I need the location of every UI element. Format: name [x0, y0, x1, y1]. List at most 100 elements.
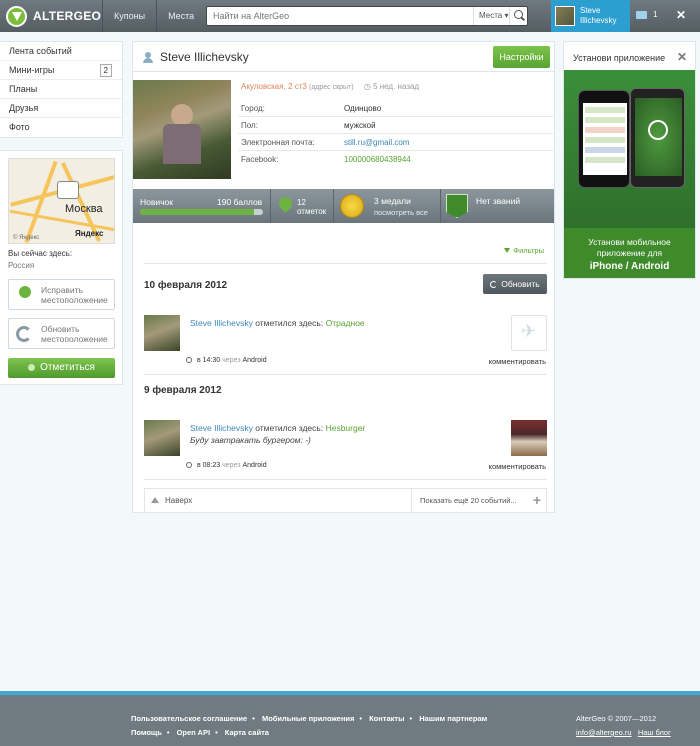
profile-main: Steve Illichevsky Настройки Акуловская, … [132, 41, 555, 513]
plus-icon: + [532, 492, 541, 508]
fix-location-button[interactable]: Исправить местоположение [8, 279, 115, 310]
comment-link[interactable]: комментировать [489, 462, 546, 471]
map-brand: Яндекс [75, 229, 104, 238]
entry-avatar[interactable] [144, 420, 180, 456]
messages-button[interactable]: 1 [636, 10, 657, 19]
checkins-stat[interactable]: 12 отметок [297, 198, 326, 216]
feed-entry-text: Steve Illichevsky отметился здесь: Отрад… [190, 318, 365, 328]
entry-avatar[interactable] [144, 315, 180, 351]
footer-link-sitemap[interactable]: Карта сайта [225, 728, 269, 737]
search-scope-select[interactable]: Места ▾ [473, 7, 513, 25]
stats-bar: Новичок 190 баллов 12 отметок 3 медали пос… [133, 189, 554, 223]
medal-icon [340, 194, 364, 218]
sidebar-item-feed[interactable]: Лента событий [0, 42, 122, 61]
location-map[interactable]: Москва Яндекс © Яндекс [8, 158, 115, 244]
location-panel: Москва Яндекс © Яндекс Вы сейчас здесь: … [0, 150, 123, 385]
profile-info-table: Город: Одинцово Пол: мужской Электронная п… [238, 100, 554, 168]
sidebar-item-label: Фото [9, 122, 30, 132]
update-location-label: Обновить местоположение [41, 324, 108, 344]
checkin-button[interactable]: Отметиться [8, 358, 115, 378]
promo-banner[interactable]: Установи мобильное приложение для iPhone … [564, 228, 695, 278]
refresh-feed-button[interactable]: Обновить [483, 274, 547, 294]
promo-title: Установи приложение [573, 53, 666, 63]
profile-name: Steve Illichevsky [160, 50, 249, 64]
sidebar-item-label: Друзья [9, 103, 39, 113]
close-icon[interactable]: ✕ [676, 8, 686, 22]
nav-places[interactable]: Места [156, 0, 205, 32]
promo-image[interactable] [564, 70, 695, 228]
sidebar-nav: Лента событий Мини-игры 2 Планы Друзья Фо… [0, 41, 123, 138]
footer-link-api[interactable]: Open API [177, 728, 210, 737]
entry-time: в 14:30 через Android [186, 357, 267, 364]
entry-place-link[interactable]: Hesburger [326, 423, 366, 433]
sidebar-item-plans[interactable]: Планы [0, 80, 122, 99]
rank-chevron-icon [446, 194, 468, 218]
pin-icon [19, 286, 31, 298]
entry-comment: Буду завтракать бургером: -) [190, 435, 311, 445]
iphone-image [578, 90, 630, 188]
search-icon[interactable] [509, 7, 527, 25]
footer-blog-link[interactable]: Наш блог [638, 728, 671, 737]
footer-link-terms[interactable]: Пользовательское соглашение [131, 714, 247, 723]
entry-user-link[interactable]: Steve Illichevsky [190, 318, 253, 328]
update-location-button[interactable]: Обновить местоположение [8, 318, 115, 349]
footer-link-help[interactable]: Помощь [131, 728, 162, 737]
promo-text: Установи мобильное приложение для [588, 237, 671, 258]
profile-address[interactable]: Акуловская, 2 ст3 [241, 82, 307, 91]
feed-date-header: 9 февраля 2012 [144, 385, 222, 396]
pin-icon [28, 363, 36, 371]
level-points: 190 баллов [217, 197, 263, 207]
facebook-link[interactable]: 100000680438944 [344, 155, 411, 164]
entry-time: в 08:23 через Android [186, 462, 267, 469]
user-icon [143, 52, 153, 63]
back-to-top-link[interactable]: Наверх [151, 496, 192, 505]
info-row-facebook: Facebook: 100000680438944 [241, 155, 411, 164]
search-box: Места ▾ [206, 6, 528, 26]
sidebar-item-label: Планы [9, 84, 38, 94]
comment-link[interactable]: комментировать [489, 357, 546, 366]
refresh-icon [16, 326, 32, 342]
nav-coupons[interactable]: Купоны [102, 0, 156, 32]
user-menu[interactable]: Steve Illichevsky [551, 0, 630, 32]
close-icon[interactable]: ✕ [677, 50, 687, 64]
place-photo[interactable] [511, 420, 547, 456]
medals-stat[interactable]: 3 медали посмотреть все [374, 195, 428, 219]
filters-link[interactable]: Фильтры [504, 246, 544, 255]
info-row-email: Электронная почта: still.ru@gmail.com [238, 134, 554, 151]
footer-email-link[interactable]: info@altergeo.ru [576, 728, 632, 737]
footer-link-contacts[interactable]: Контакты [369, 714, 404, 723]
level-progress-bar [140, 209, 263, 215]
info-row-gender: Пол: мужской [238, 117, 554, 134]
level-progress-fill [140, 209, 255, 215]
sidebar-item-friends[interactable]: Друзья [0, 99, 122, 118]
footer-copyright: AlterGeo © 2007—2012 info@altergeo.ru На… [576, 714, 671, 737]
footer-link-mobile[interactable]: Мобильные приложения [262, 714, 354, 723]
checkin-label: Отметиться [40, 362, 95, 373]
count-badge: 2 [99, 64, 112, 77]
sidebar-item-label: Лента событий [9, 46, 72, 56]
sidebar-item-photos[interactable]: Фото [0, 118, 122, 137]
entry-place-link[interactable]: Отрадное [326, 318, 365, 328]
airplane-icon[interactable] [511, 315, 547, 351]
show-more-button[interactable]: Показать ещё 20 событий... + [411, 489, 547, 512]
ranks-stat: Нет званий [476, 196, 521, 206]
feed-entry-text: Steve Illichevsky отметился здесь: Hesbu… [190, 423, 366, 445]
app-promo-panel: Установи приложение ✕ Установи мобильное… [563, 41, 696, 279]
logo[interactable]: ALTERGEO [6, 5, 101, 27]
email-link[interactable]: still.ru@gmail.com [344, 138, 409, 147]
user-last-name: Illichevsky [580, 16, 617, 25]
footer-link-partners[interactable]: Нашим партнерам [419, 714, 487, 723]
current-location-label: Вы сейчас здесь: [8, 249, 73, 258]
address-note: (адрес скрыт) [309, 84, 354, 91]
settings-button[interactable]: Настройки [493, 46, 550, 68]
entry-user-link[interactable]: Steve Illichevsky [190, 423, 253, 433]
sidebar-item-minigames[interactable]: Мини-игры 2 [0, 61, 122, 80]
level-label: Новичок [140, 197, 174, 207]
footer-links: Пользовательское соглашение • Мобильные п… [131, 714, 488, 737]
last-seen: ◷ 5 нед. назад [363, 82, 420, 91]
profile-photo[interactable] [133, 80, 231, 179]
user-name: Steve Illichevsky [580, 6, 616, 26]
search-input[interactable] [213, 7, 473, 25]
feed-pager: Наверх Показать ещё 20 событий... + [144, 488, 547, 513]
arrow-up-icon [151, 497, 159, 503]
